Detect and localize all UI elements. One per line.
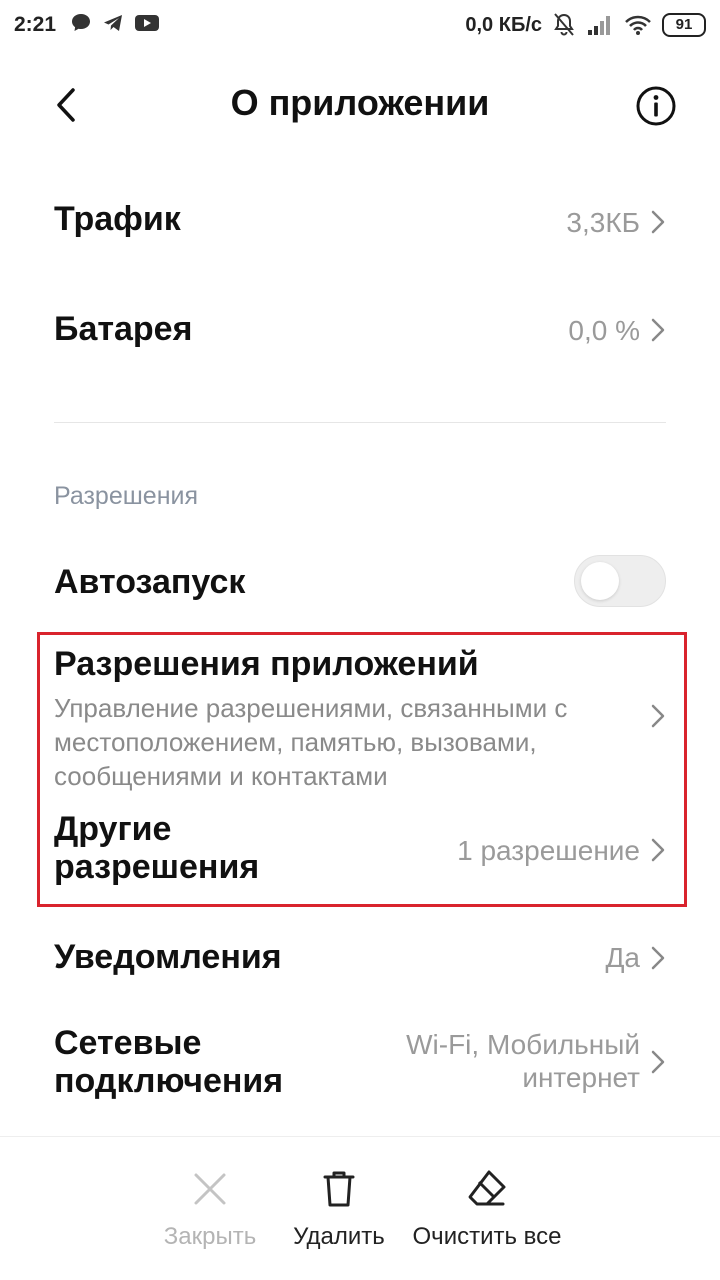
status-time: 2:21 — [14, 13, 57, 36]
battery-indicator: 91 — [662, 13, 706, 37]
status-right: 0,0 КБ/с 91 — [465, 12, 706, 38]
trash-icon — [323, 1171, 355, 1207]
bottom-action-bar: Закрыть Удалить Очистить все — [0, 1136, 720, 1280]
autostart-toggle[interactable] — [574, 555, 666, 607]
chevron-right-icon — [651, 1050, 665, 1074]
battery-value: 0,0 % — [568, 315, 640, 346]
eraser-icon — [468, 1170, 506, 1206]
other-permissions-row[interactable]: Другие разрешения 1 разрешение — [54, 810, 666, 890]
header: О приложении — [0, 60, 720, 150]
mute-bell-icon — [554, 13, 574, 36]
app-permissions-label: Разрешения приложений — [54, 645, 479, 683]
chevron-right-icon — [651, 318, 665, 342]
network-value-line2: интернет — [522, 1062, 640, 1093]
status-bar: 2:21 0,0 КБ/с 91 — [0, 0, 720, 52]
notifications-value: Да — [605, 942, 640, 973]
close-button[interactable]: Закрыть — [148, 1137, 272, 1280]
section-label-permissions: Разрешения — [54, 482, 199, 510]
notification-icons — [70, 12, 160, 34]
chevron-right-icon — [651, 704, 665, 728]
app-permissions-row[interactable]: Разрешения приложений Управление разреше… — [54, 645, 666, 795]
battery-row[interactable]: Батарея 0,0 % — [54, 310, 666, 360]
network-value-line1: Wi-Fi, Мобильный — [406, 1029, 640, 1060]
delete-label: Удалить — [293, 1223, 385, 1250]
chevron-right-icon — [651, 838, 665, 862]
close-icon — [194, 1173, 226, 1205]
close-label: Закрыть — [163, 1223, 257, 1250]
chevron-right-icon — [651, 210, 665, 234]
delete-button[interactable]: Удалить — [280, 1137, 398, 1280]
telegram-icon — [104, 15, 122, 31]
wifi-icon — [625, 15, 651, 35]
network-value: Wi-Fi, Мобильный интернет — [406, 1028, 640, 1094]
traffic-row[interactable]: Трафик 3,3КБ — [54, 200, 666, 250]
traffic-value: 3,3КБ — [566, 207, 640, 238]
youtube-icon — [135, 15, 159, 31]
autostart-row[interactable]: Автозапуск — [54, 555, 666, 611]
signal-icon — [588, 16, 610, 35]
info-icon — [636, 86, 676, 126]
clear-all-label: Очистить все — [412, 1223, 562, 1250]
notifications-label: Уведомления — [54, 938, 282, 976]
info-button[interactable] — [634, 84, 678, 128]
page-title: О приложении — [230, 82, 490, 123]
chat-bubble-icon — [72, 14, 90, 31]
divider — [54, 422, 666, 423]
clear-all-button[interactable]: Очистить все — [404, 1137, 570, 1280]
toggle-knob — [581, 562, 619, 600]
network-speed: 0,0 КБ/с — [465, 13, 542, 36]
app-permissions-description: Управление разрешениями, связанными с ме… — [54, 693, 568, 791]
network-row[interactable]: Сетевые подключения Wi-Fi, Мобильный инт… — [54, 1024, 666, 1104]
chevron-right-icon — [651, 946, 665, 970]
notifications-row[interactable]: Уведомления Да — [54, 938, 666, 982]
other-permissions-value: 1 разрешение — [457, 835, 640, 866]
